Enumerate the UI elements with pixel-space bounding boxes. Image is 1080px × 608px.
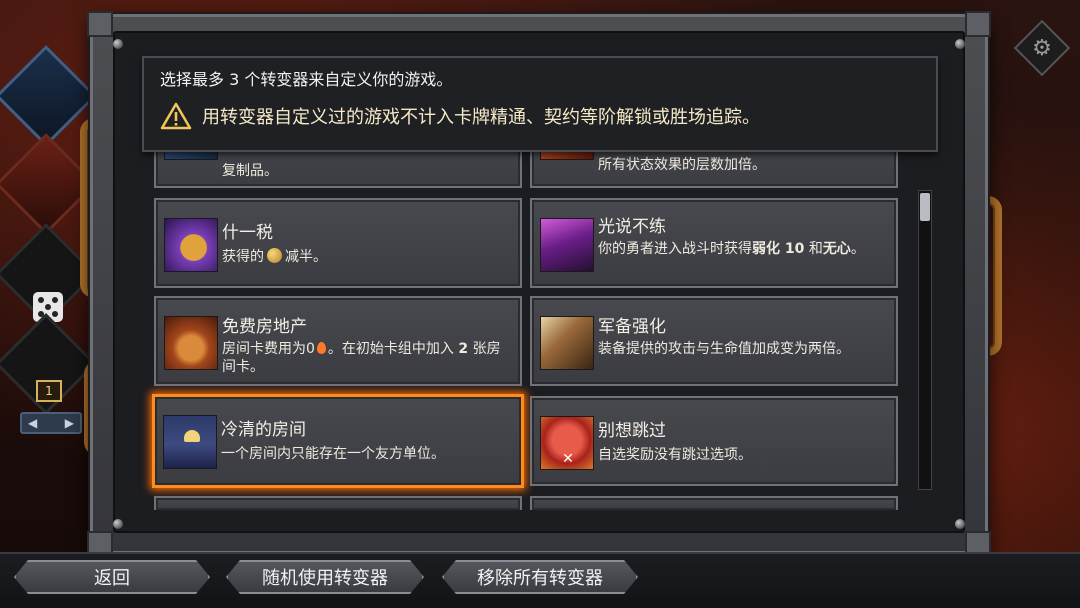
modifier-notice: 选择最多 3 个转变器来自定义你的游戏。 用转变器自定义过的游戏不计入卡牌精通、…: [142, 56, 938, 152]
gear-icon: ⚙: [1032, 35, 1052, 61]
rivet: [113, 39, 123, 49]
dialog-corner: [965, 11, 991, 37]
modifier-title: 军备强化: [598, 317, 666, 337]
remove-all-button[interactable]: 移除所有转变器: [442, 560, 638, 594]
modifier-scrollbar[interactable]: [918, 190, 932, 490]
free-real-estate-icon: [164, 316, 218, 370]
modifier-desc: 获得的 减半。: [222, 248, 327, 265]
arrow-right-icon[interactable]: ▶: [65, 416, 74, 430]
mushroom-icon: [184, 430, 200, 442]
gold-coin-icon: [267, 248, 282, 263]
all-talk-icon: [540, 218, 594, 272]
tithe-icon: [164, 218, 218, 272]
book-icon: 1: [36, 380, 62, 402]
modifier-desc: 自选奖励没有跳过选项。: [598, 447, 752, 463]
back-button[interactable]: 返回: [14, 560, 210, 594]
modifier-desc: 你的勇者进入战斗时获得弱化 10 和无心。: [598, 241, 865, 257]
modifier-card-no-skip[interactable]: ✕ 别想跳过 自选奖励没有跳过选项。: [530, 396, 898, 486]
rivet: [955, 39, 965, 49]
cross-icon: ✕: [562, 451, 574, 467]
notice-warning: 用转变器自定义过的游戏不计入卡牌精通、契约等阶解锁或胜场追踪。: [160, 102, 760, 130]
modifier-title: 光说不练: [598, 217, 666, 237]
modifier-card[interactable]: [530, 496, 898, 510]
modifier-desc: 所有状态效果的层数加倍。: [598, 157, 766, 173]
notice-title: 选择最多 3 个转变器来自定义你的游戏。: [160, 70, 453, 89]
modifier-card-lonely-room[interactable]: 冷清的房间 一个房间内只能存在一个友方单位。: [152, 394, 524, 488]
page-arrows[interactable]: ◀ ▶: [20, 412, 82, 434]
modifier-card-free-real-estate[interactable]: 免费房地产 房间卡费用为0 。在初始卡组中加入 2 张房间卡。: [154, 296, 522, 386]
lonely-room-icon: [163, 415, 217, 469]
rivet: [955, 519, 965, 529]
scroll-thumb[interactable]: [920, 193, 930, 221]
modifier-title: 免费房地产: [222, 317, 307, 337]
modifier-desc: 一个房间内只能存在一个友方单位。: [221, 446, 445, 462]
modifier-title: 什一税: [222, 223, 273, 243]
modifier-card[interactable]: [154, 496, 522, 510]
modifier-card-armament[interactable]: 军备强化 装备提供的攻击与生命值加成变为两倍。: [530, 296, 898, 386]
modifier-title: 别想跳过: [598, 421, 666, 441]
randomize-button[interactable]: 随机使用转变器: [226, 560, 424, 594]
warning-icon: [160, 102, 192, 130]
warning-text: 用转变器自定义过的游戏不计入卡牌精通、契约等阶解锁或胜场追踪。: [202, 107, 760, 128]
armament-icon: [540, 316, 594, 370]
modifier-desc: 复制品。: [222, 163, 278, 179]
modifier-card-all-talk[interactable]: 光说不练 你的勇者进入战斗时获得弱化 10 和无心。: [530, 198, 898, 288]
dialog-corner: [87, 11, 113, 37]
modifier-title: 冷清的房间: [221, 420, 306, 440]
modifier-card-tithe[interactable]: 什一税 获得的 减半。: [154, 198, 522, 288]
modifier-desc: 房间卡费用为0 。在初始卡组中加入 2 张房间卡。: [222, 341, 501, 375]
no-skip-icon: ✕: [540, 416, 594, 470]
rivet: [113, 519, 123, 529]
arrow-left-icon[interactable]: ◀: [28, 416, 37, 430]
modifier-desc: 装备提供的攻击与生命值加成变为两倍。: [598, 341, 850, 357]
ember-icon: [316, 342, 326, 354]
